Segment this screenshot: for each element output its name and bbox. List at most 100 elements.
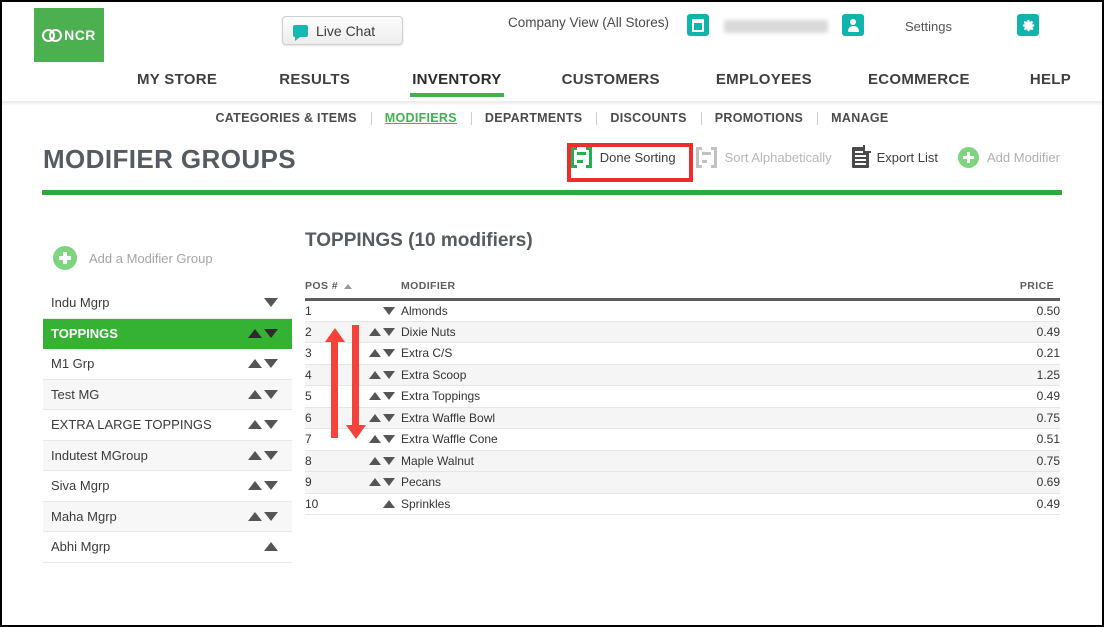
row-price: 0.50 — [866, 299, 1060, 322]
sidebar-item-siva-mgrp[interactable]: Siva Mgrp — [43, 471, 292, 502]
move-up-icon[interactable] — [369, 349, 381, 358]
move-up-icon[interactable] — [369, 370, 381, 379]
row-reorder-cell — [345, 364, 401, 386]
store-switch-icon[interactable] — [687, 14, 709, 36]
move-up-icon[interactable] — [369, 435, 381, 444]
subnav-promotions[interactable]: PROMOTIONS — [700, 111, 817, 125]
row-modifier-name: Almonds — [401, 299, 867, 322]
table-row[interactable]: 1 Almonds 0.50 — [305, 299, 1060, 322]
row-price: 0.51 — [866, 428, 1060, 451]
table-row[interactable]: 9 Pecans 0.69 — [305, 471, 1060, 494]
subnav-discounts[interactable]: DISCOUNTS — [596, 111, 700, 125]
add-modifier-button[interactable]: Add Modifier — [958, 147, 1060, 168]
move-down-icon[interactable] — [264, 298, 278, 308]
table-row[interactable]: 8 Maple Walnut 0.75 — [305, 450, 1060, 472]
row-position: 4 — [305, 364, 345, 386]
add-modifier-group-button[interactable]: Add a Modifier Group — [43, 240, 292, 276]
column-header-price[interactable]: PRICE — [866, 280, 1060, 301]
move-down-icon[interactable] — [383, 327, 395, 336]
table-row[interactable]: 4 Extra Scoop 1.25 — [305, 364, 1060, 386]
live-chat-button[interactable]: Live Chat — [282, 16, 403, 45]
row-modifier-name: Extra Waffle Bowl — [401, 407, 867, 429]
move-up-icon[interactable] — [369, 327, 381, 336]
sidebar-item-test-mg[interactable]: Test MG — [43, 379, 292, 410]
move-up-icon[interactable] — [248, 389, 262, 399]
move-down-icon[interactable] — [383, 456, 395, 465]
table-row[interactable]: 7 Extra Waffle Cone 0.51 — [305, 428, 1060, 451]
nav-employees[interactable]: EMPLOYEES — [716, 71, 812, 96]
move-down-icon[interactable] — [264, 359, 278, 369]
nav-customers[interactable]: CUSTOMERS — [562, 71, 660, 96]
nav-help[interactable]: HELP — [1030, 71, 1071, 96]
move-down-icon[interactable] — [383, 478, 395, 487]
column-header-pos[interactable]: POS # — [305, 280, 401, 301]
table-row[interactable]: 3 Extra C/S 0.21 — [305, 342, 1060, 365]
user-account-icon[interactable] — [842, 14, 864, 36]
move-up-icon[interactable] — [248, 511, 262, 521]
row-modifier-name: Extra Toppings — [401, 385, 867, 408]
move-up-icon[interactable] — [369, 478, 381, 487]
move-up-icon[interactable] — [369, 456, 381, 465]
row-reorder-cell — [345, 342, 401, 365]
column-header-modifier[interactable]: MODIFIER — [401, 280, 867, 301]
settings-label[interactable]: Settings — [905, 19, 952, 34]
table-row[interactable]: 5 Extra Toppings 0.49 — [305, 385, 1060, 408]
sidebar-item-toppings[interactable]: TOPPINGS — [43, 318, 292, 349]
move-down-icon[interactable] — [264, 511, 278, 521]
nav-ecommerce[interactable]: ECOMMERCE — [868, 71, 970, 96]
move-up-icon[interactable] — [248, 450, 262, 460]
row-price: 1.25 — [866, 364, 1060, 386]
move-down-icon[interactable] — [383, 370, 395, 379]
nav-inventory[interactable]: INVENTORY — [410, 71, 504, 97]
nav-my-store[interactable]: MY STORE — [137, 71, 217, 96]
row-price: 0.49 — [866, 321, 1060, 343]
move-up-icon[interactable] — [248, 481, 262, 491]
table-row[interactable]: 10 Sprinkles 0.49 — [305, 493, 1060, 515]
move-up-icon[interactable] — [248, 359, 262, 369]
export-list-button[interactable]: Export List — [851, 145, 938, 168]
gear-icon[interactable] — [1017, 14, 1039, 36]
move-down-icon[interactable] — [383, 435, 395, 444]
table-row[interactable]: 2 Dixie Nuts 0.49 — [305, 321, 1060, 343]
move-down-icon[interactable] — [264, 389, 278, 399]
move-down-icon[interactable] — [264, 450, 278, 460]
row-modifier-name: Dixie Nuts — [401, 321, 867, 343]
table-row[interactable]: 6 Extra Waffle Bowl 0.75 — [305, 407, 1060, 429]
sidebar-item-extra-large-toppings[interactable]: EXTRA LARGE TOPPINGS — [43, 410, 292, 441]
move-up-icon[interactable] — [248, 328, 262, 338]
move-up-icon[interactable] — [369, 392, 381, 401]
nav-results[interactable]: RESULTS — [279, 71, 350, 96]
sidebar-item-indu-mgrp[interactable]: Indu Mgrp — [43, 288, 292, 319]
ncr-logo[interactable]: NCR — [34, 8, 104, 62]
move-up-icon[interactable] — [264, 542, 278, 552]
sidebar-item-abhi-mgrp[interactable]: Abhi Mgrp — [43, 532, 292, 563]
reorder-arrows — [264, 298, 278, 308]
modifier-table: POS # MODIFIER PRICE 1 Almonds 0.50 2 Di… — [305, 280, 1060, 515]
reorder-arrows — [345, 392, 401, 401]
move-up-icon[interactable] — [248, 420, 262, 430]
move-up-icon[interactable] — [369, 413, 381, 422]
reorder-arrows — [345, 499, 401, 508]
row-position: 8 — [305, 450, 345, 472]
move-down-icon[interactable] — [383, 349, 395, 358]
sidebar-item-m1-grp[interactable]: M1 Grp — [43, 349, 292, 380]
group-label: Siva Mgrp — [51, 478, 110, 494]
row-reorder-cell — [345, 428, 401, 451]
move-down-icon[interactable] — [264, 420, 278, 430]
sidebar-item-maha-mgrp[interactable]: Maha Mgrp — [43, 501, 292, 532]
subnav-departments[interactable]: DEPARTMENTS — [470, 111, 597, 125]
move-down-icon[interactable] — [383, 413, 395, 422]
reorder-arrows — [248, 359, 278, 369]
subnav-modifiers[interactable]: MODIFIERS — [370, 111, 471, 125]
move-down-icon[interactable] — [383, 306, 395, 315]
move-down-icon[interactable] — [383, 392, 395, 401]
move-down-icon[interactable] — [264, 481, 278, 491]
row-position: 10 — [305, 493, 345, 515]
move-up-icon[interactable] — [383, 499, 395, 508]
subnav-manage[interactable]: MANAGE — [817, 111, 902, 125]
move-down-icon[interactable] — [264, 328, 278, 338]
subnav-categories-items[interactable]: CATEGORIES & ITEMS — [201, 111, 370, 125]
sort-alphabetically-button[interactable]: Sort Alphabetically — [695, 147, 832, 168]
done-sorting-button[interactable]: Done Sorting — [570, 147, 676, 168]
sidebar-item-indutest-mgroup[interactable]: Indutest MGroup — [43, 440, 292, 471]
